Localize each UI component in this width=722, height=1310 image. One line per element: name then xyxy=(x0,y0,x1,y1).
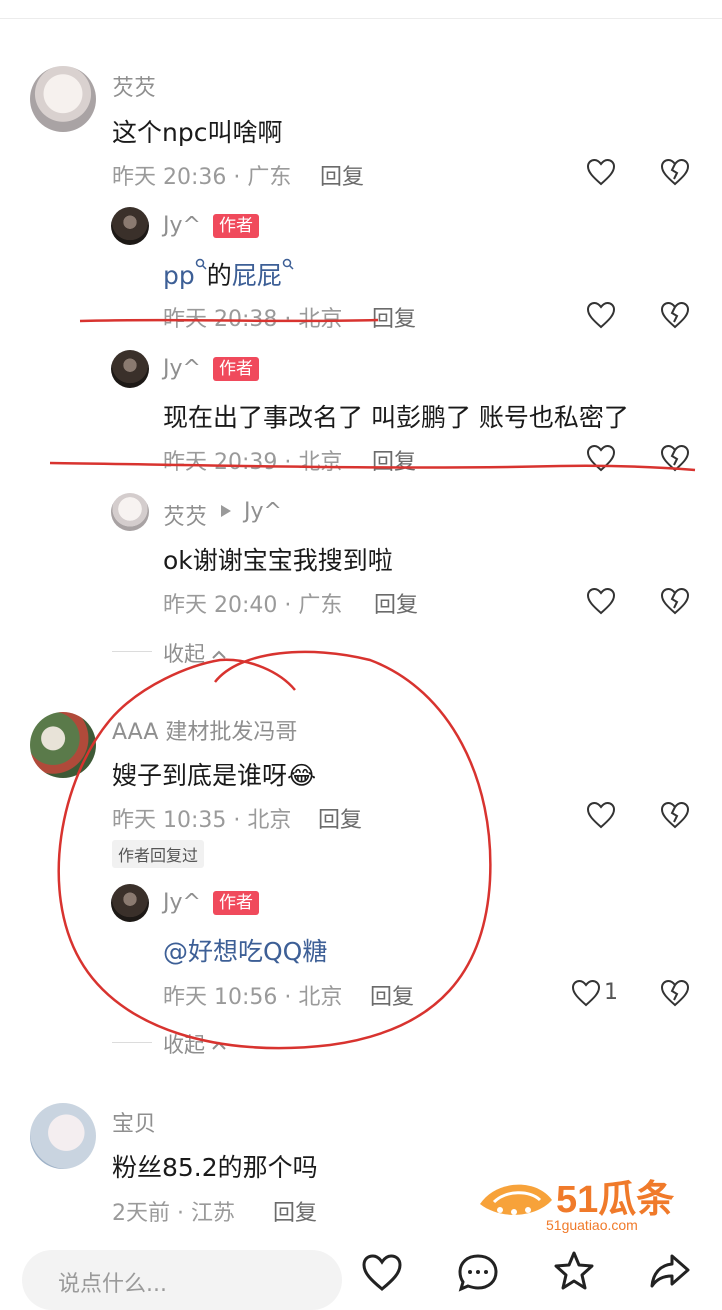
collapse-button[interactable]: 收起 xyxy=(163,1029,226,1059)
collapse-label: 收起 xyxy=(163,1033,205,1057)
star-icon[interactable] xyxy=(552,1250,596,1290)
watermark-brand: 51瓜条 xyxy=(556,1179,674,1221)
reply-text: pp 的屁屁 xyxy=(163,256,294,292)
author-badge: 作者 xyxy=(213,214,259,238)
author-badge: 作者 xyxy=(213,891,259,915)
comment-icon[interactable] xyxy=(456,1252,500,1292)
play-icon xyxy=(221,505,231,517)
reply-meta: 昨天 20:40 · 广东 xyxy=(163,593,343,618)
author-replied-tag: 作者回复过 xyxy=(112,840,205,868)
comment-meta: 2天前 · 江苏 xyxy=(112,1201,235,1226)
comment-meta: 昨天 10:35 · 北京 xyxy=(112,808,292,833)
avatar[interactable] xyxy=(111,884,149,922)
reply-button[interactable]: 回复 xyxy=(372,301,416,333)
reply-meta: 昨天 20:38 · 北京 xyxy=(163,307,343,332)
search-link[interactable]: pp xyxy=(163,261,195,290)
mention-link[interactable]: @好想吃QQ糖 xyxy=(163,932,327,968)
reply-author[interactable]: Jy^ xyxy=(163,213,201,238)
comment-text: 粉丝85.2的那个吗 xyxy=(112,1153,318,1182)
search-icon[interactable] xyxy=(195,258,207,270)
author-badge: 作者 xyxy=(213,357,259,381)
comment-text: 嫂子到底是谁呀😂 xyxy=(112,756,316,792)
reply-meta: 昨天 20:39 · 北京 xyxy=(163,450,343,475)
collapse-label: 收起 xyxy=(163,642,205,666)
reply-meta: 昨天 10:56 · 北京 xyxy=(163,985,343,1010)
reply-text: 现在出了事改名了 叫彭鹏了 账号也私密了 xyxy=(163,403,629,432)
heart-icon[interactable] xyxy=(585,443,617,473)
watermark-url: 51guatiao.com xyxy=(546,1217,638,1233)
top-divider xyxy=(0,18,722,19)
avatar[interactable] xyxy=(30,1103,96,1169)
collapse-button[interactable]: 收起 xyxy=(163,638,226,668)
reply-button[interactable]: 回复 xyxy=(374,587,418,619)
heart-icon[interactable] xyxy=(360,1252,404,1292)
heart-icon[interactable] xyxy=(585,586,617,616)
broken-heart-icon[interactable] xyxy=(659,157,691,187)
comment-text-body: 嫂子到底是谁呀 xyxy=(112,761,288,790)
reply-author[interactable]: Jy^ xyxy=(163,356,201,381)
collapse-divider xyxy=(112,651,152,652)
watermark-logo: 51瓜条 51guatiao.com xyxy=(480,1179,674,1233)
broken-heart-icon[interactable] xyxy=(659,586,691,616)
heart-icon[interactable] xyxy=(585,800,617,830)
heart-icon[interactable] xyxy=(585,157,617,187)
laughing-emoji: 😂 xyxy=(287,761,317,790)
comment-meta: 昨天 20:36 · 广东 xyxy=(112,165,292,190)
reply-button[interactable]: 回复 xyxy=(370,979,414,1011)
like-count: 1 xyxy=(604,980,618,1005)
reply-text: ok谢谢宝宝我搜到啦 xyxy=(163,546,393,575)
share-icon[interactable] xyxy=(648,1250,692,1290)
avatar[interactable] xyxy=(111,350,149,388)
red-annotation-marks xyxy=(49,318,696,1050)
avatar[interactable] xyxy=(111,493,149,531)
search-icon[interactable] xyxy=(282,258,294,270)
reply-button[interactable]: 回复 xyxy=(372,444,416,476)
comment-author[interactable]: AAA 建材批发冯哥 xyxy=(112,714,297,746)
comment-text: 这个npc叫啥啊 xyxy=(112,118,283,147)
broken-heart-icon[interactable] xyxy=(659,300,691,330)
broken-heart-icon[interactable] xyxy=(659,443,691,473)
reply-author[interactable]: 芡芡 xyxy=(163,499,207,531)
comment-author[interactable]: 芡芡 xyxy=(112,70,156,102)
collapse-divider xyxy=(112,1042,152,1043)
avatar[interactable] xyxy=(30,66,96,132)
heart-icon[interactable] xyxy=(585,300,617,330)
search-link[interactable]: 屁屁 xyxy=(232,261,282,290)
chevron-up-icon xyxy=(211,1041,226,1050)
comment-author[interactable]: 宝贝 xyxy=(112,1106,156,1138)
reply-button[interactable]: 回复 xyxy=(320,159,364,191)
reply-author[interactable]: Jy^ xyxy=(163,890,201,915)
broken-heart-icon[interactable] xyxy=(659,800,691,830)
reply-button[interactable]: 回复 xyxy=(318,802,362,834)
avatar[interactable] xyxy=(111,207,149,245)
reply-to-author[interactable]: Jy^ xyxy=(244,499,282,524)
comment-input-placeholder: 说点什么... xyxy=(58,1272,167,1297)
reply-text-plain: 的 xyxy=(206,261,232,290)
avatar[interactable] xyxy=(30,712,96,778)
chevron-up-icon xyxy=(211,650,226,659)
reply-button[interactable]: 回复 xyxy=(273,1195,317,1227)
heart-icon[interactable] xyxy=(570,978,602,1008)
broken-heart-icon[interactable] xyxy=(659,978,691,1008)
